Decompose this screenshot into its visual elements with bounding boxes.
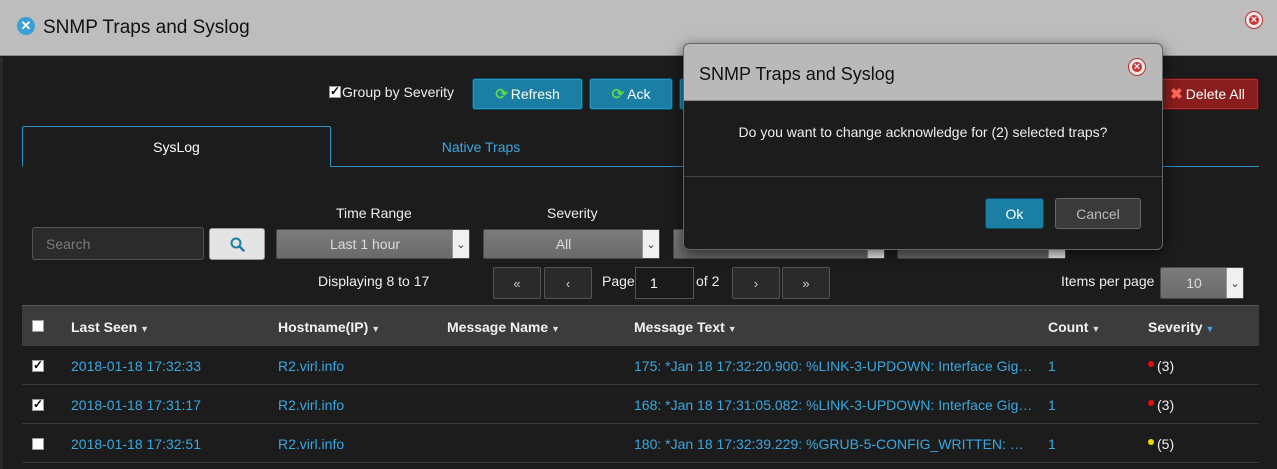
cancel-button[interactable]: Cancel — [1055, 198, 1141, 229]
dialog-title: SNMP Traps and Syslog — [699, 64, 895, 84]
col-last-seen[interactable]: Last Seen ▼ — [71, 319, 149, 335]
col-hostname[interactable]: Hostname(IP) ▼ — [278, 319, 380, 335]
row-checkbox[interactable] — [32, 358, 44, 372]
time-range-label: Time Range — [336, 205, 412, 221]
severity-value: All — [555, 236, 572, 252]
ok-button[interactable]: Ok — [985, 198, 1044, 229]
ack-button[interactable]: ⟳ Ack — [589, 78, 673, 110]
message-text-cell[interactable]: 180: *Jan 18 17:32:39.229: %GRUB-5-CONFI… — [634, 436, 1032, 452]
dialog-header: SNMP Traps and Syslog — [684, 44, 1162, 101]
select-all-checkbox[interactable] — [32, 320, 44, 332]
count-cell[interactable]: 1 — [1048, 358, 1056, 374]
group-by-severity-checkbox[interactable] — [329, 84, 341, 98]
chevron-down-icon: ⌄ — [1226, 268, 1243, 298]
ack-refresh-icon: ⟳ — [611, 86, 625, 103]
items-per-page-value: 10 — [1186, 275, 1202, 291]
col-severity[interactable]: Severity ▼ — [1148, 319, 1214, 335]
first-page-button[interactable]: « — [493, 267, 541, 299]
group-by-severity-label: Group by Severity — [342, 84, 455, 100]
col-count[interactable]: Count ▼ — [1048, 319, 1100, 335]
dialog-divider — [684, 176, 1162, 177]
refresh-button[interactable]: ⟳ Refresh — [472, 78, 583, 110]
row-checkbox[interactable] — [32, 438, 44, 450]
col-message-text[interactable]: Message Text ▼ — [634, 319, 737, 335]
sort-down-icon: ▼ — [551, 324, 561, 334]
last-seen-cell[interactable]: 2018-01-18 17:31:17 — [71, 397, 201, 413]
last-page-button[interactable]: » — [782, 267, 830, 299]
severity-dot-icon — [1148, 361, 1154, 367]
severity-dot-icon — [1148, 400, 1154, 406]
refresh-button-label: Refresh — [510, 86, 560, 102]
chevron-down-icon: ⌄ — [642, 230, 659, 258]
count-cell[interactable]: 1 — [1048, 436, 1056, 452]
panel-edge — [0, 57, 3, 469]
severity-cell: (3) — [1148, 358, 1174, 374]
refresh-icon: ⟳ — [495, 86, 508, 103]
hostname-cell[interactable]: R2.virl.info — [278, 436, 344, 452]
table-row[interactable]: 2018-01-18 17:31:17 R2.virl.info 168: *J… — [22, 385, 1259, 424]
message-text-cell[interactable]: 168: *Jan 18 17:31:05.082: %LINK-3-UPDOW… — [634, 397, 1034, 413]
next-page-button[interactable]: › — [732, 267, 780, 299]
delete-all-label: Delete All — [1185, 86, 1245, 102]
dialog-message: Do you want to change acknowledge for (2… — [738, 124, 1108, 140]
hostname-cell[interactable]: R2.virl.info — [278, 358, 344, 374]
sort-down-icon: ▼ — [371, 324, 381, 334]
page-label: Page — [602, 273, 635, 289]
hostname-cell[interactable]: R2.virl.info — [278, 397, 344, 413]
window-title: SNMP Traps and Syslog — [43, 17, 250, 38]
window-close-icon[interactable] — [1245, 11, 1263, 29]
severity-label: Severity — [547, 205, 598, 221]
last-seen-cell[interactable]: 2018-01-18 17:32:51 — [71, 436, 201, 452]
sort-down-icon: ▼ — [1091, 324, 1101, 334]
severity-select[interactable]: All ⌄ — [483, 229, 660, 259]
delete-icon: ✖ — [1170, 86, 1183, 103]
tab-native-traps[interactable]: Native Traps — [331, 126, 631, 167]
chevron-down-icon: ⌄ — [452, 230, 469, 258]
items-per-page-select[interactable]: 10 ⌄ — [1160, 267, 1244, 299]
table-row[interactable]: 2018-01-18 17:32:33 R2.virl.info 175: *J… — [22, 346, 1259, 385]
sort-down-icon: ▼ — [140, 324, 150, 334]
page-count: of 2 — [696, 273, 720, 289]
table-row[interactable]: 2018-01-18 17:32:51 R2.virl.info 180: *J… — [22, 424, 1259, 463]
row-checkbox[interactable] — [32, 397, 44, 411]
group-by-severity-toggle[interactable]: Group by Severity — [329, 84, 454, 100]
search-input[interactable] — [32, 227, 204, 260]
search-button[interactable] — [209, 228, 265, 260]
prev-page-button[interactable]: ‹ — [544, 267, 592, 299]
last-seen-cell[interactable]: 2018-01-18 17:32:33 — [71, 358, 201, 374]
table-header: Last Seen ▼ Hostname(IP) ▼ Message Name ▼ M… — [22, 305, 1259, 346]
confirm-dialog: SNMP Traps and Syslog Do you want to cha… — [683, 43, 1163, 250]
time-range-value: Last 1 hour — [329, 236, 401, 252]
severity-cell: (3) — [1148, 397, 1174, 413]
time-range-select[interactable]: Last 1 hour ⌄ — [276, 229, 470, 259]
delete-all-button[interactable]: ✖ Delete All — [1156, 78, 1259, 110]
tab-syslog[interactable]: SysLog — [22, 126, 331, 167]
sort-down-icon: ▼ — [727, 324, 737, 334]
message-text-cell[interactable]: 175: *Jan 18 17:32:20.900: %LINK-3-UPDOW… — [634, 358, 1034, 374]
page-number-input[interactable] — [635, 267, 694, 299]
count-cell[interactable]: 1 — [1048, 397, 1056, 413]
severity-dot-icon — [1148, 439, 1154, 445]
displaying-range: Displaying 8 to 17 — [318, 273, 430, 289]
severity-cell: (5) — [1148, 436, 1174, 452]
app-logo-icon: ✕ — [17, 17, 35, 35]
items-per-page-label: Items per page — [1061, 273, 1155, 289]
col-message-name[interactable]: Message Name ▼ — [447, 319, 560, 335]
sort-down-icon: ▼ — [1205, 324, 1215, 334]
ack-button-label: Ack — [627, 86, 651, 102]
search-icon — [230, 237, 245, 252]
dialog-close-icon[interactable] — [1128, 58, 1146, 76]
